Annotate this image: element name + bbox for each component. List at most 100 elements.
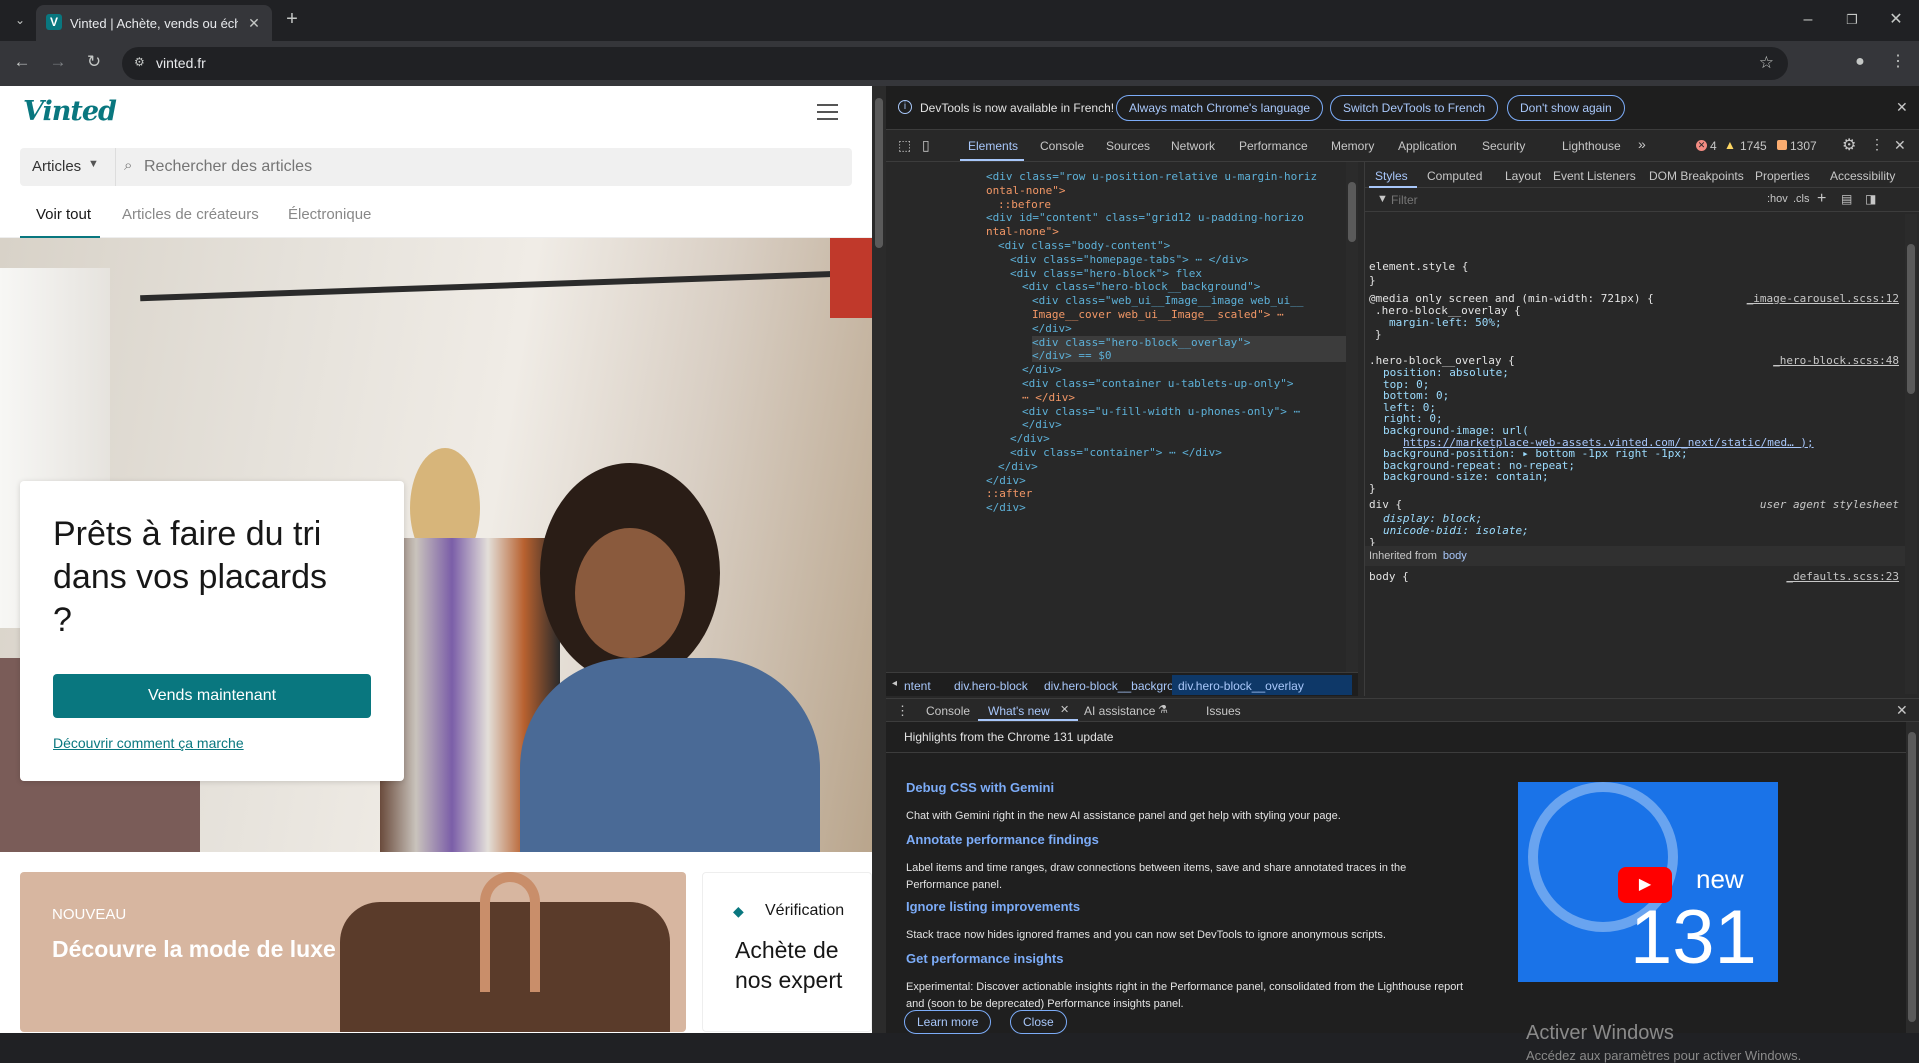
elements-scrollbar[interactable]: [1346, 162, 1358, 672]
dom-node-line[interactable]: <div class="row u-position-relative u-ma…: [986, 170, 1317, 183]
styles-tab-computed[interactable]: Computed: [1427, 169, 1482, 183]
hamburger-menu-icon[interactable]: [817, 104, 838, 122]
styles-tab-layout[interactable]: Layout: [1505, 169, 1541, 183]
close-tab-icon[interactable]: ✕: [244, 13, 264, 33]
how-it-works-link[interactable]: Découvrir comment ça marche: [53, 735, 244, 751]
tab-electronique[interactable]: Électronique: [288, 206, 371, 223]
styles-tab-accessibility[interactable]: Accessibility: [1830, 169, 1895, 183]
tab-sources[interactable]: Sources: [1106, 139, 1150, 153]
drawer-tab-close-icon[interactable]: ✕: [1060, 703, 1069, 716]
more-tabs-icon[interactable]: »: [1638, 136, 1646, 152]
device-toggle-icon[interactable]: ▯: [922, 137, 930, 154]
div-selector[interactable]: div {: [1369, 498, 1402, 511]
minimize-icon[interactable]: –: [1796, 10, 1820, 30]
styles-tab-event-listeners[interactable]: Event Listeners: [1553, 169, 1636, 183]
tab-console[interactable]: Console: [1040, 139, 1084, 153]
verification-banner[interactable]: ◆ Vérification Achète de nos expert: [702, 872, 872, 1032]
rule-close[interactable]: }: [1369, 482, 1376, 495]
dom-node-line[interactable]: </div>: [1022, 418, 1062, 431]
dom-node-line[interactable]: <div class="u-fill-width u-phones-only">…: [1022, 405, 1300, 418]
forward-icon[interactable]: →: [46, 52, 70, 72]
styles-tab-styles[interactable]: Styles: [1375, 169, 1408, 183]
media-declaration[interactable]: margin-left: 50%;: [1389, 316, 1502, 329]
inherited-element-link[interactable]: body: [1443, 550, 1467, 562]
inspect-element-icon[interactable]: ⬚: [898, 137, 911, 154]
toggle-sidebar-icon[interactable]: ◨: [1865, 192, 1876, 206]
dont-show-again-button[interactable]: Don't show again: [1507, 95, 1625, 121]
dom-node-line[interactable]: <div class="web_ui__Image__image web_ui_…: [1032, 294, 1304, 307]
dom-node-line[interactable]: ontal-none">: [986, 184, 1065, 197]
dom-node-line[interactable]: ntal-none">: [986, 225, 1059, 238]
body-selector[interactable]: body {: [1369, 570, 1409, 583]
close-drawer-icon[interactable]: ✕: [1896, 702, 1908, 719]
dom-node-line[interactable]: ::before: [998, 198, 1051, 211]
drawer-tab-issues[interactable]: Issues: [1206, 704, 1241, 718]
close-whats-new-button[interactable]: Close: [1010, 1010, 1067, 1034]
tab-memory[interactable]: Memory: [1331, 139, 1374, 153]
item-title-gemini[interactable]: Debug CSS with Gemini: [906, 780, 1054, 795]
breadcrumb-hero-block[interactable]: div.hero-block: [954, 679, 1028, 693]
dom-node-line[interactable]: </div>: [986, 474, 1026, 487]
item-title-annotate[interactable]: Annotate performance findings: [906, 832, 1099, 847]
site-info-icon[interactable]: ⚙: [134, 55, 145, 69]
overlay-source-link[interactable]: _hero-block.scss:48: [1773, 354, 1899, 367]
error-count[interactable]: 4: [1710, 139, 1717, 153]
drawer-scrollbar[interactable]: [1906, 722, 1919, 1033]
breadcrumb-scroll-left-icon[interactable]: ◂: [892, 678, 897, 689]
dom-node-line[interactable]: </div>: [1032, 322, 1072, 335]
css-declaration[interactable]: background-size: contain;: [1383, 470, 1549, 483]
dom-node-line[interactable]: ::after: [986, 487, 1032, 500]
dom-node-line[interactable]: ⋯ </div>: [1022, 391, 1075, 404]
dom-node-line[interactable]: <div class="body-content">: [998, 239, 1170, 252]
body-source-link[interactable]: _defaults.scss:23: [1786, 570, 1899, 583]
dom-node-line[interactable]: <div class="homepage-tabs"> ⋯ </div>: [1010, 253, 1248, 266]
close-window-icon[interactable]: ✕: [1884, 10, 1908, 30]
cls-toggle[interactable]: .cls: [1793, 193, 1810, 205]
learn-more-button[interactable]: Learn more: [904, 1010, 992, 1034]
back-icon[interactable]: ←: [10, 52, 34, 72]
dom-node-line[interactable]: <div class="hero-block__overlay">: [1032, 335, 1358, 349]
tab-voir-tout[interactable]: Voir tout: [36, 206, 91, 223]
bookmark-star-icon[interactable]: ☆: [1759, 53, 1774, 73]
restore-icon[interactable]: ❐: [1840, 10, 1864, 30]
drawer-tab-whats-new[interactable]: What's new: [988, 704, 1050, 718]
kebab-menu-icon[interactable]: ⋮: [1870, 136, 1884, 153]
dom-node-line[interactable]: <div class="hero-block"> flex: [1010, 267, 1202, 280]
search-input[interactable]: [144, 152, 834, 182]
match-language-button[interactable]: Always match Chrome's language: [1116, 95, 1324, 121]
tab-search-icon[interactable]: ⌄: [8, 10, 32, 30]
drawer-menu-icon[interactable]: ⋮: [896, 703, 909, 719]
tab-security[interactable]: Security: [1482, 139, 1525, 153]
tab-articles-createurs[interactable]: Articles de créateurs: [122, 206, 259, 223]
profile-icon[interactable]: ●: [1848, 52, 1872, 72]
dom-node-line[interactable]: Image__cover web_ui__Image__scaled"> ⋯: [1032, 308, 1284, 321]
color-format-icon[interactable]: ▤: [1841, 192, 1852, 206]
close-devtools-icon[interactable]: ✕: [1894, 137, 1906, 154]
reload-icon[interactable]: ↻: [82, 52, 106, 72]
settings-gear-icon[interactable]: ⚙: [1842, 135, 1856, 155]
media-source-link[interactable]: _image-carousel.scss:12: [1747, 292, 1899, 305]
tab-elements[interactable]: Elements: [968, 139, 1018, 153]
switch-french-button[interactable]: Switch DevTools to French: [1330, 95, 1499, 121]
info-count[interactable]: 1307: [1790, 139, 1817, 153]
dom-node-line[interactable]: <div class="container u-tablets-up-only"…: [1022, 377, 1294, 390]
hov-toggle[interactable]: :hov: [1767, 193, 1788, 205]
page-scrollbar[interactable]: [872, 86, 886, 1033]
new-rule-icon[interactable]: +: [1817, 190, 1826, 208]
menu-icon[interactable]: ⋮: [1886, 52, 1910, 72]
dom-node-line[interactable]: <div class="container"> ⋯ </div>: [1010, 446, 1222, 459]
css-declaration[interactable]: unicode-bidi: isolate;: [1383, 524, 1529, 537]
sell-now-button[interactable]: Vends maintenant: [53, 674, 371, 718]
vinted-logo[interactable]: Vinted: [23, 96, 117, 127]
dom-node-line[interactable]: <div id="content" class="grid12 u-paddin…: [986, 211, 1304, 224]
tab-network[interactable]: Network: [1171, 139, 1215, 153]
address-bar[interactable]: ⚙ vinted.fr ☆: [122, 47, 1788, 80]
category-dropdown[interactable]: Articles ▼: [20, 148, 116, 186]
rule-close[interactable]: }: [1375, 328, 1382, 341]
dom-node-line[interactable]: </div>: [1010, 432, 1050, 445]
dom-node-line[interactable]: </div>: [998, 460, 1038, 473]
warning-count[interactable]: 1745: [1740, 139, 1767, 153]
element-style-rule[interactable]: element.style {: [1369, 260, 1468, 273]
rule-close[interactable]: }: [1369, 274, 1376, 287]
tab-lighthouse[interactable]: Lighthouse: [1562, 139, 1621, 153]
